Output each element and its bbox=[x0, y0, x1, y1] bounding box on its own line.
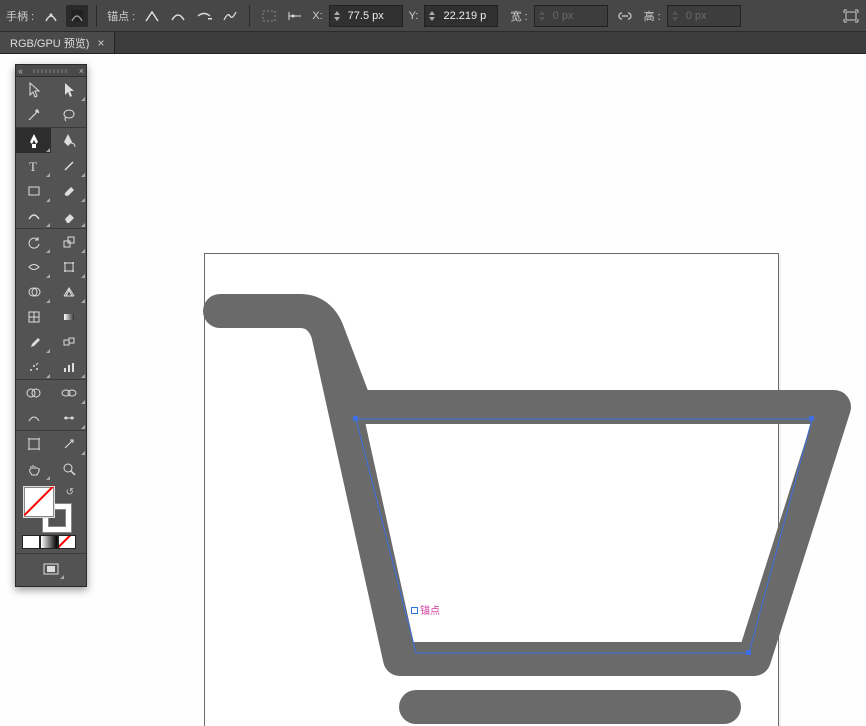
color-mode-none[interactable] bbox=[58, 535, 76, 549]
close-icon[interactable]: × bbox=[79, 66, 84, 76]
line-segment-tool[interactable] bbox=[51, 153, 86, 178]
perspective-grid-tool[interactable] bbox=[51, 279, 86, 304]
slice-tool[interactable] bbox=[51, 380, 86, 405]
direct-selection-tool[interactable] bbox=[51, 77, 86, 102]
document-tab[interactable]: RGB/GPU 预览) × bbox=[0, 32, 115, 53]
symbol-sprayer-tool[interactable] bbox=[16, 354, 51, 379]
w-field bbox=[549, 10, 607, 22]
eraser-tool[interactable] bbox=[51, 203, 86, 228]
isolate-icon[interactable] bbox=[258, 5, 280, 27]
zoom-tool[interactable] bbox=[51, 456, 86, 481]
path-tool-extra1[interactable] bbox=[16, 405, 51, 430]
paintbrush-tool[interactable] bbox=[51, 178, 86, 203]
magic-wand-tool[interactable] bbox=[16, 102, 51, 127]
handle-hide-icon[interactable] bbox=[66, 5, 88, 27]
collapse-icon[interactable]: « bbox=[18, 66, 23, 76]
tools-panel[interactable]: « × T bbox=[15, 64, 87, 587]
screen-mode-button[interactable] bbox=[37, 558, 65, 580]
color-mode-gradient[interactable] bbox=[40, 535, 58, 549]
width-tool[interactable] bbox=[16, 254, 51, 279]
x-label: X: bbox=[310, 10, 324, 22]
fill-stroke-control[interactable]: ↺ bbox=[16, 481, 86, 535]
separator bbox=[249, 5, 250, 27]
path-tool-extra2[interactable] bbox=[51, 405, 86, 430]
free-transform-tool[interactable] bbox=[51, 254, 86, 279]
link-wh-icon[interactable] bbox=[614, 5, 636, 27]
svg-text:T: T bbox=[29, 159, 37, 173]
close-icon[interactable]: × bbox=[97, 36, 104, 50]
hand-tool[interactable] bbox=[16, 456, 51, 481]
curvature-tool[interactable] bbox=[51, 128, 86, 153]
x-input[interactable] bbox=[329, 5, 403, 27]
w-label: 宽 : bbox=[508, 8, 529, 24]
eyedropper-tool[interactable] bbox=[16, 329, 51, 354]
fill-swatch[interactable] bbox=[24, 487, 54, 517]
convert-corner-icon[interactable] bbox=[141, 5, 163, 27]
anchor-label: 锚点 : bbox=[105, 8, 137, 24]
h-label: 高 : bbox=[642, 8, 663, 24]
shape-builder-tool[interactable] bbox=[16, 279, 51, 304]
y-input[interactable] bbox=[424, 5, 498, 27]
canvas-area[interactable]: 锚点 bbox=[0, 54, 866, 726]
swap-fill-stroke-icon[interactable]: ↺ bbox=[66, 487, 74, 498]
artboard[interactable] bbox=[204, 253, 779, 726]
rotate-tool[interactable] bbox=[16, 229, 51, 254]
shaper-tool[interactable] bbox=[16, 203, 51, 228]
document-tab-title: RGB/GPU 预览) bbox=[10, 35, 89, 51]
control-bar: 手柄 : 锚点 : X: Y: 宽 : 高 : bbox=[0, 0, 866, 32]
selection-tool[interactable] bbox=[16, 77, 51, 102]
fit-artboard-icon[interactable] bbox=[840, 5, 862, 27]
type-tool[interactable]: T bbox=[16, 153, 51, 178]
anchor-badge: 锚点 bbox=[420, 602, 440, 617]
convert-smooth-icon[interactable] bbox=[167, 5, 189, 27]
cut-path-icon[interactable] bbox=[219, 5, 241, 27]
blend-tool[interactable] bbox=[51, 329, 86, 354]
handle-show-icon[interactable] bbox=[40, 5, 62, 27]
w-input bbox=[534, 5, 608, 27]
artboard-tool-b[interactable] bbox=[16, 431, 51, 456]
h-input bbox=[667, 5, 741, 27]
y-field[interactable] bbox=[439, 10, 497, 22]
color-mode-solid[interactable] bbox=[22, 535, 40, 549]
lasso-tool[interactable] bbox=[51, 102, 86, 127]
color-mode-row bbox=[16, 535, 86, 553]
active-anchor-point[interactable] bbox=[411, 607, 418, 614]
x-field[interactable] bbox=[344, 10, 402, 22]
mesh-tool[interactable] bbox=[16, 304, 51, 329]
pen-tool[interactable] bbox=[16, 128, 51, 153]
handle-label: 手柄 : bbox=[4, 8, 36, 24]
remove-anchor-icon[interactable] bbox=[193, 5, 215, 27]
scale-tool[interactable] bbox=[51, 229, 86, 254]
tools-panel-header[interactable]: « × bbox=[16, 65, 86, 77]
rectangle-tool[interactable] bbox=[16, 178, 51, 203]
y-label: Y: bbox=[407, 10, 421, 22]
separator bbox=[96, 5, 97, 27]
slice-tool-b[interactable] bbox=[51, 431, 86, 456]
h-field bbox=[682, 10, 740, 22]
artboard-tool[interactable] bbox=[16, 380, 51, 405]
align-left-icon[interactable] bbox=[284, 5, 306, 27]
column-graph-tool[interactable] bbox=[51, 354, 86, 379]
gradient-tool[interactable] bbox=[51, 304, 86, 329]
document-tab-bar: RGB/GPU 预览) × bbox=[0, 32, 866, 54]
